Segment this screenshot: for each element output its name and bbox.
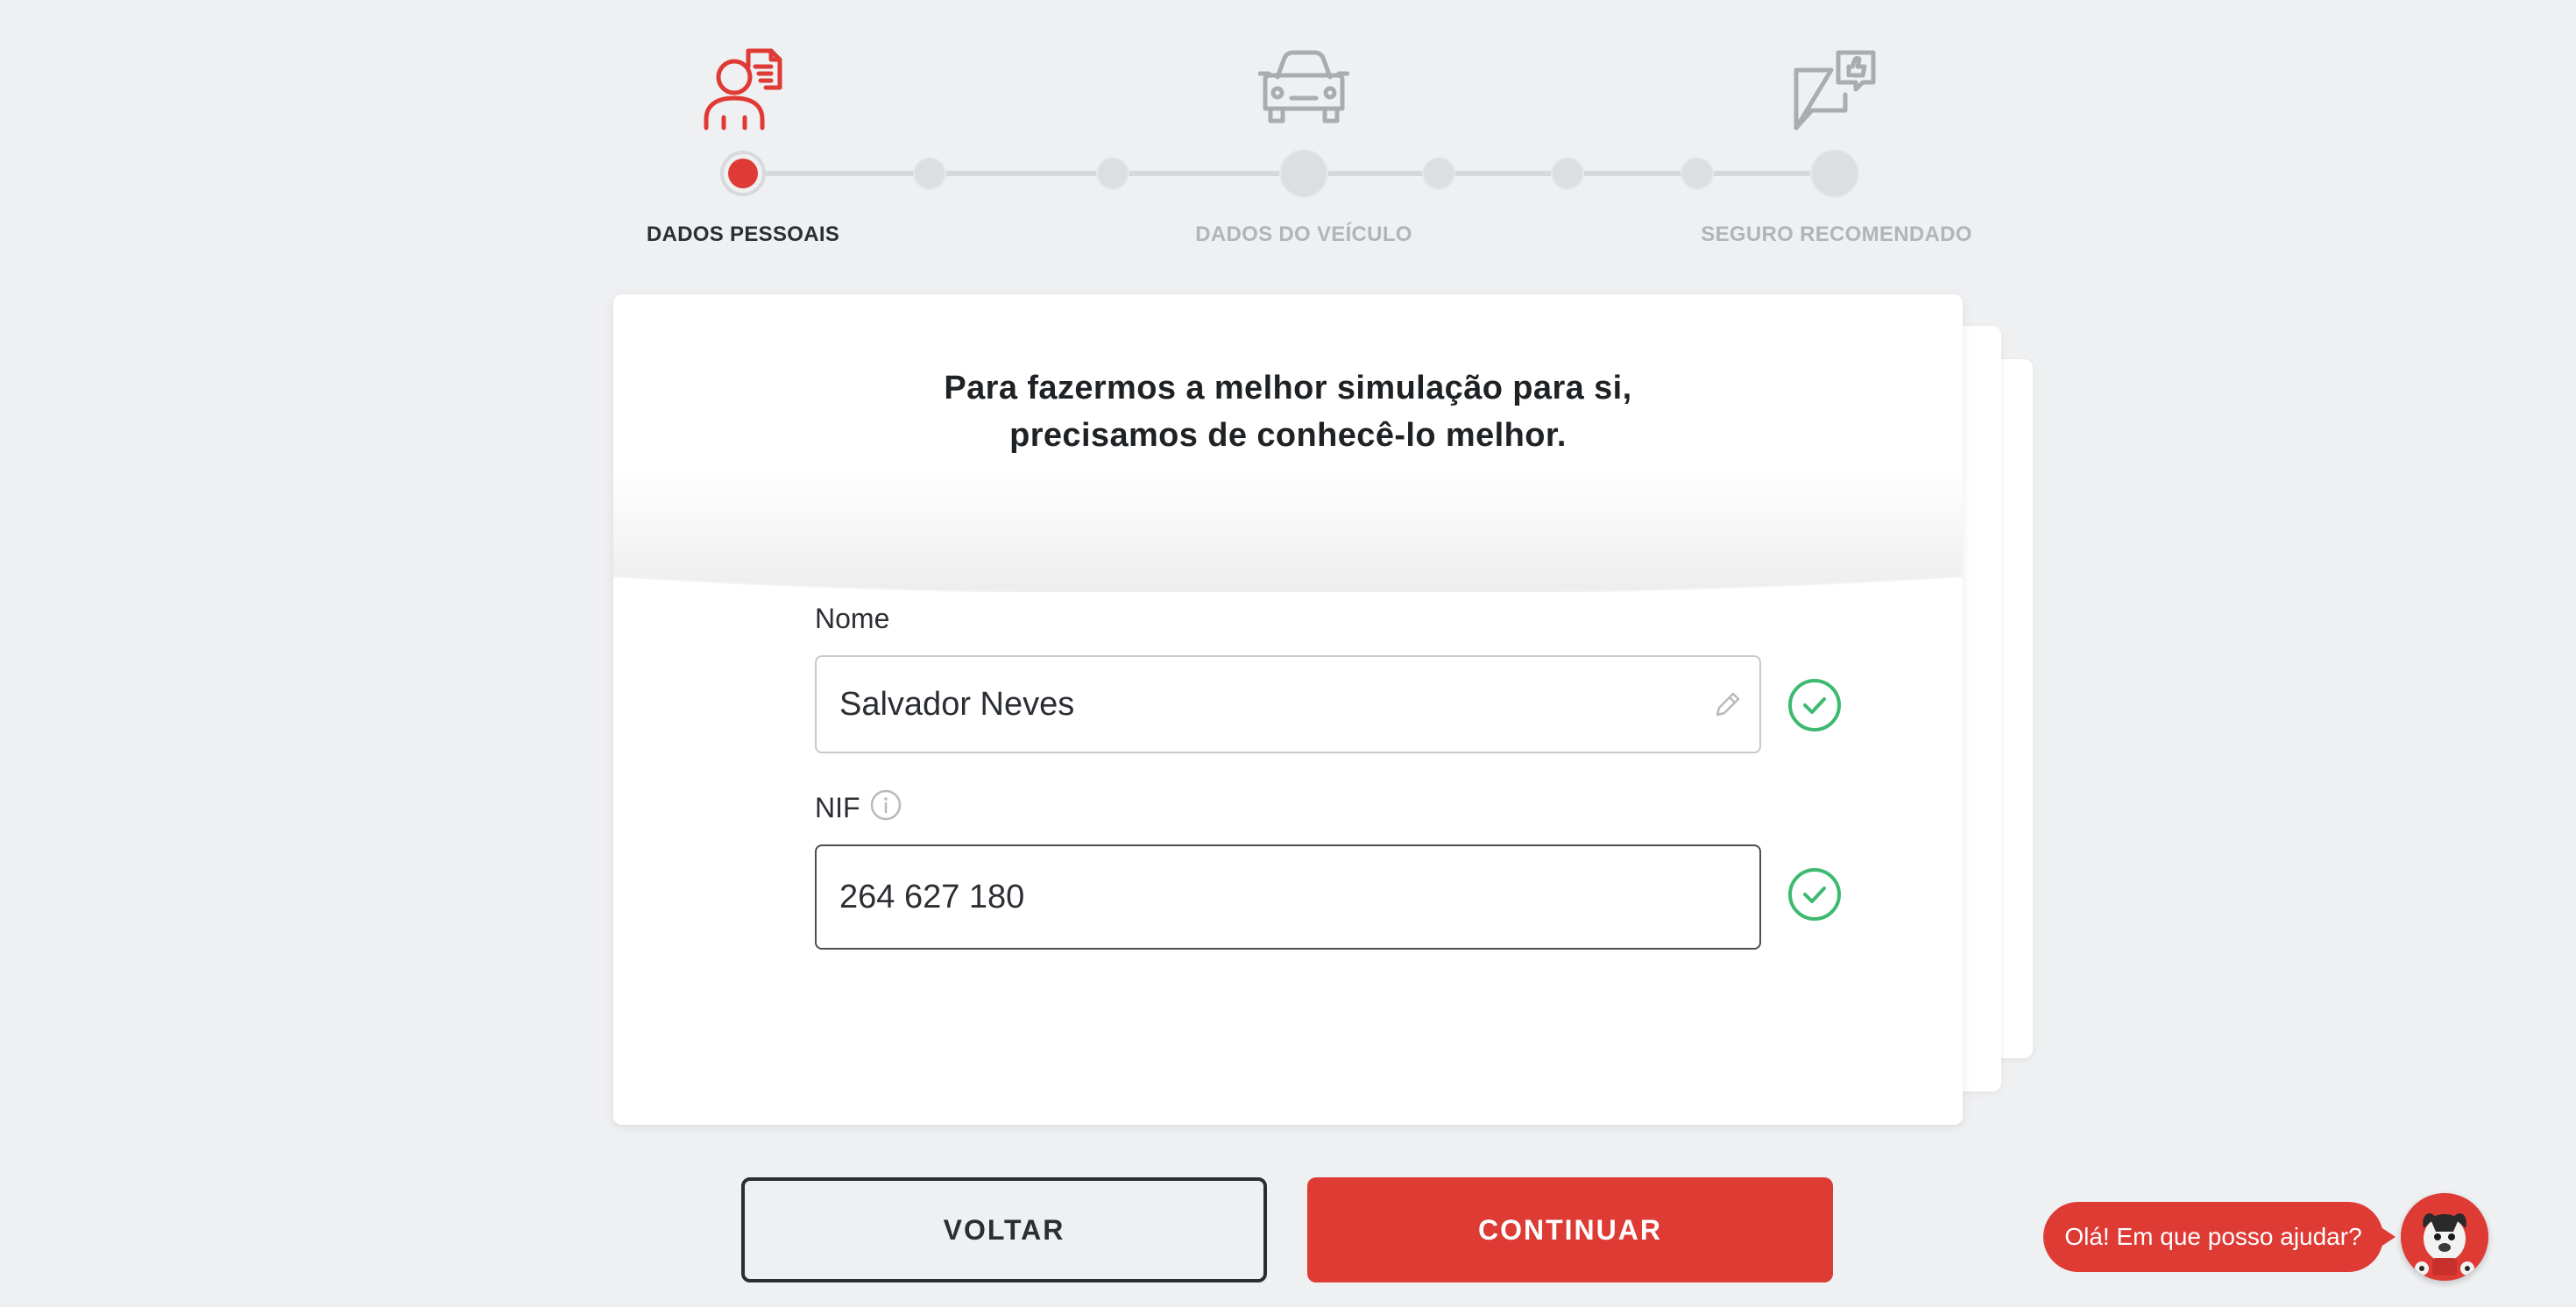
assistant-mascot-icon [2401, 1193, 2488, 1281]
chat-greeting-bubble[interactable]: Olá! Em que posso ajudar? [2043, 1202, 2396, 1272]
pencil-icon [1716, 692, 1740, 717]
name-input-value: Salvador Neves [839, 685, 1075, 723]
step-label-personal-data: DADOS PESSOAIS [646, 223, 840, 246]
back-button[interactable]: VOLTAR [741, 1177, 1267, 1282]
progress-dot [913, 157, 946, 190]
car-icon [1258, 47, 1349, 128]
step-label-recommended-insurance: SEGURO RECOMENDADO [1701, 223, 1972, 246]
form-card: Para fazermos a melhor simulação para si… [613, 294, 1963, 1125]
page-title: Para fazermos a melhor simulação para si… [613, 364, 1963, 459]
nif-label: NIF [815, 792, 860, 823]
chat-greeting-text: Olá! Em que posso ajudar? [2064, 1223, 2362, 1250]
nif-valid-check-icon [1788, 868, 1841, 921]
progress-dot [1551, 157, 1584, 190]
progress-dot-active [720, 151, 766, 196]
progress-dot-milestone [1279, 149, 1328, 198]
progress-dot-milestone [1810, 149, 1859, 198]
nif-input-value: 264 627 180 [839, 878, 1025, 915]
header-curve [613, 470, 1963, 592]
page-title-line: Para fazermos a melhor simulação para si… [944, 370, 1632, 406]
name-valid-check-icon [1788, 679, 1841, 731]
progress-dot [1681, 157, 1714, 190]
name-label: Nome [815, 603, 890, 634]
progress-dot [1422, 157, 1455, 190]
continue-button[interactable]: CONTINUAR [1307, 1177, 1833, 1282]
page-title-line: precisamos de conhecê-lo melhor. [1009, 417, 1567, 454]
info-icon[interactable] [869, 788, 902, 822]
name-input[interactable]: Salvador Neves [815, 655, 1761, 753]
thumbs-up-chat-icon [1793, 47, 1880, 131]
person-document-icon [699, 44, 787, 133]
progress-stepper: DADOS PESSOAIS DADOS DO VEÍCULO SEGURO R… [0, 0, 2576, 263]
nif-input[interactable]: 264 627 180 [815, 844, 1761, 950]
step-label-vehicle-data: DADOS DO VEÍCULO [1195, 223, 1412, 246]
progress-dot [1096, 157, 1129, 190]
chat-assistant-avatar[interactable] [2401, 1193, 2488, 1281]
